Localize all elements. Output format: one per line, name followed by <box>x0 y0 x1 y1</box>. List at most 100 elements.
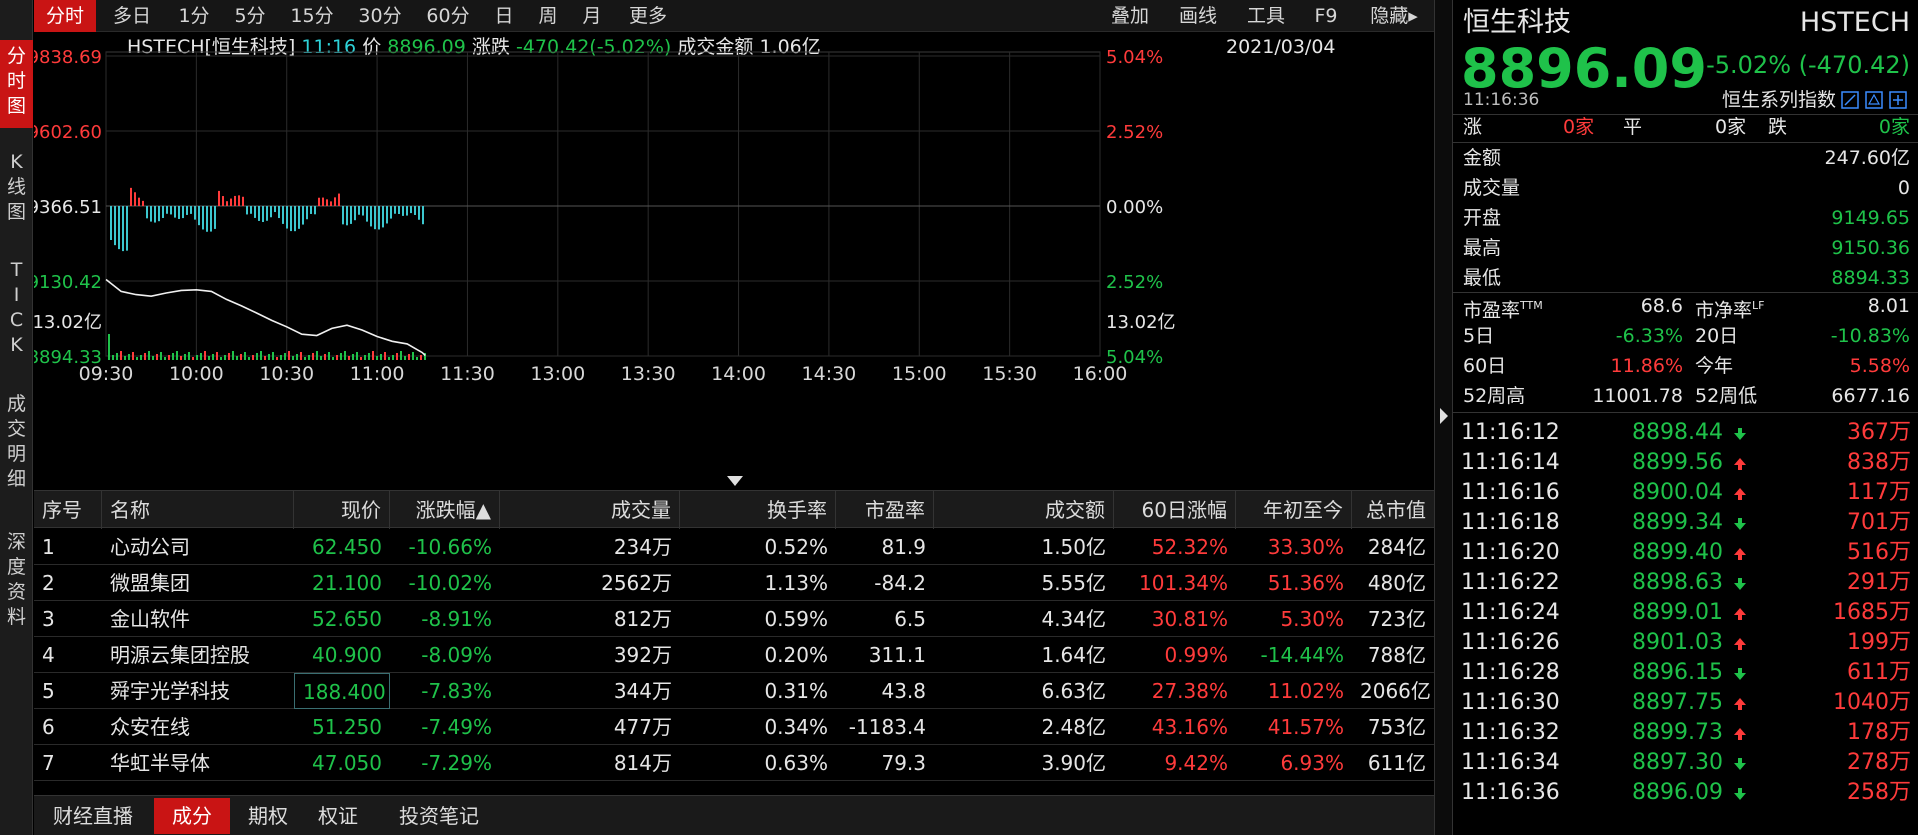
tab-kline[interactable]: K 线 图 <box>0 150 33 232</box>
hide-button[interactable]: 隐藏▸ <box>1354 0 1434 32</box>
edit-icon[interactable] <box>1841 91 1859 109</box>
breadth-bar <box>350 206 352 224</box>
tab-notes[interactable]: 投资笔记 <box>384 798 494 834</box>
table-row[interactable]: 4 明源云集团控股 40.900 -8.09% 392万 0.20% 311.1 1.64亿 0… <box>34 637 1434 673</box>
f9-button[interactable]: F9 <box>1306 0 1346 32</box>
table-row[interactable]: 7 华虹半导体 47.050 -7.29% 814万 0.63% 79.3 3.90亿 9.42… <box>34 745 1434 781</box>
col-name[interactable]: 名称 <box>102 491 294 529</box>
y-tick-label-left: 9366.51 <box>34 197 102 218</box>
volume-bar <box>160 352 162 360</box>
breadth-bar <box>170 206 172 215</box>
cell-index: 6 <box>42 715 55 739</box>
period-60min[interactable]: 60分 <box>416 0 480 32</box>
up-label: 涨 <box>1463 116 1483 138</box>
volume-bar <box>416 357 418 360</box>
cell-price: 52.650 <box>312 607 382 631</box>
period-month[interactable]: 月 <box>572 0 612 32</box>
col-turnover-rate[interactable]: 换手率 <box>680 491 836 529</box>
breadth-bar <box>314 206 316 215</box>
breadth-bar <box>134 192 136 206</box>
x-tick-label: 11:00 <box>350 363 405 385</box>
x-tick-label: 14:00 <box>711 363 766 385</box>
breadth-bar <box>410 206 412 214</box>
y-tick-label-left: 9130.42 <box>34 272 102 293</box>
period-15min[interactable]: 15分 <box>280 0 344 32</box>
cell-price: 188.400 <box>294 673 390 709</box>
table-row[interactable]: 5 舜宇光学科技 188.400 -7.83% 344万 0.31% 43.8 6.63亿 27… <box>34 673 1434 709</box>
y-tick-label-right: 5.04% <box>1106 347 1163 368</box>
volume-bar <box>188 352 190 360</box>
breadth-bar <box>386 206 388 224</box>
cell-turnover-rate: 1.13% <box>764 571 828 595</box>
breadth-bar <box>142 200 144 206</box>
period-30min[interactable]: 30分 <box>348 0 412 32</box>
cell-volume: 812万 <box>613 607 672 631</box>
tab-trade-detail[interactable]: 成 交 明 细 <box>0 392 33 502</box>
volume-bar <box>112 355 114 360</box>
breadth-bar <box>110 206 112 240</box>
tab-intraday[interactable]: 分 时 图 <box>0 40 33 128</box>
ytd-value: 5.58% <box>1849 355 1910 377</box>
cell-ytd: 33.30% <box>1267 535 1344 559</box>
col-index[interactable]: 序号 <box>34 491 102 529</box>
alert-icon[interactable] <box>1865 91 1883 109</box>
col-market-cap[interactable]: 总市值 <box>1352 491 1434 529</box>
breadth-bar <box>210 206 212 232</box>
cell-name: 华虹半导体 <box>110 751 210 775</box>
tick-price: 8899.73 <box>1632 720 1723 745</box>
tab-live-news[interactable]: 财经直播 <box>38 798 148 834</box>
volume-bar <box>332 357 334 360</box>
col-amount[interactable]: 成交额 <box>934 491 1114 529</box>
tab-warrants[interactable]: 权证 <box>308 798 368 834</box>
volume-bar <box>144 353 146 360</box>
volume-bar <box>272 352 274 360</box>
col-change-pct[interactable]: 涨跌幅▲ <box>390 491 500 529</box>
tick-volume: 178万 <box>1847 720 1911 745</box>
cell-turnover-rate: 0.34% <box>764 715 828 739</box>
cell-volume: 234万 <box>613 535 672 559</box>
period-week[interactable]: 周 <box>528 0 568 32</box>
period-multiday[interactable]: 多日 <box>100 0 164 32</box>
col-ytd[interactable]: 年初至今 <box>1236 491 1352 529</box>
tools-button[interactable]: 工具 <box>1238 0 1294 32</box>
cell-60d: 0.99% <box>1164 643 1228 667</box>
volume-bar <box>248 357 250 360</box>
tab-constituents[interactable]: 成分 <box>154 798 230 834</box>
table-row[interactable]: 3 金山软件 52.650 -8.91% 812万 0.59% 6.5 4.34亿 30.81%… <box>34 601 1434 637</box>
tick-time: 11:16:16 <box>1461 480 1560 505</box>
volume-bar <box>284 353 286 360</box>
draw-line-button[interactable]: 画线 <box>1170 0 1226 32</box>
col-volume[interactable]: 成交量 <box>500 491 680 529</box>
stat-value: 9149.65 <box>1831 207 1910 229</box>
volume-bar <box>280 355 282 360</box>
period-intraday[interactable]: 分时 <box>34 0 96 32</box>
intraday-chart[interactable]: 09:30 10:00 10:30 11:00 11:30 13:00 13:30 14:00… <box>34 32 1434 472</box>
volume-bar <box>328 352 330 360</box>
period-5min[interactable]: 5分 <box>224 0 276 32</box>
panel-divider[interactable] <box>1434 0 1452 835</box>
tab-tick[interactable]: T I C K <box>0 258 33 368</box>
period-more[interactable]: 更多 <box>618 0 678 32</box>
cell-60d: 43.16% <box>1151 715 1228 739</box>
tick-time: 11:16:28 <box>1461 660 1560 685</box>
tab-depth-info[interactable]: 深 度 资 料 <box>0 530 33 640</box>
tick-price: 8900.04 <box>1632 480 1723 505</box>
table-row[interactable]: 1 心动公司 62.450 -10.66% 234万 0.52% 81.9 1.50亿 52.3… <box>34 529 1434 565</box>
table-row[interactable]: 2 微盟集团 21.100 -10.02% 2562万 1.13% -84.2 5.55亿 10… <box>34 565 1434 601</box>
flat-label: 平 <box>1623 116 1643 138</box>
add-icon[interactable] <box>1889 91 1907 109</box>
period-1min[interactable]: 1分 <box>168 0 220 32</box>
arrow-up-icon <box>1733 718 1747 748</box>
tick-volume: 1685万 <box>1833 600 1911 625</box>
cell-turnover-rate: 0.31% <box>764 679 828 703</box>
tab-options[interactable]: 期权 <box>238 798 298 834</box>
collapse-arrow-icon[interactable] <box>727 473 743 487</box>
col-price[interactable]: 现价 <box>294 491 390 529</box>
col-60d[interactable]: 60日涨幅 <box>1114 491 1236 529</box>
period-day[interactable]: 日 <box>484 0 524 32</box>
breadth-bar <box>166 206 168 214</box>
col-pe[interactable]: 市盈率 <box>836 491 934 529</box>
overlay-button[interactable]: 叠加 <box>1102 0 1158 32</box>
table-row[interactable]: 6 众安在线 51.250 -7.49% 477万 0.34% -1183.4 2.48亿 43… <box>34 709 1434 745</box>
cell-60d: 30.81% <box>1151 607 1228 631</box>
